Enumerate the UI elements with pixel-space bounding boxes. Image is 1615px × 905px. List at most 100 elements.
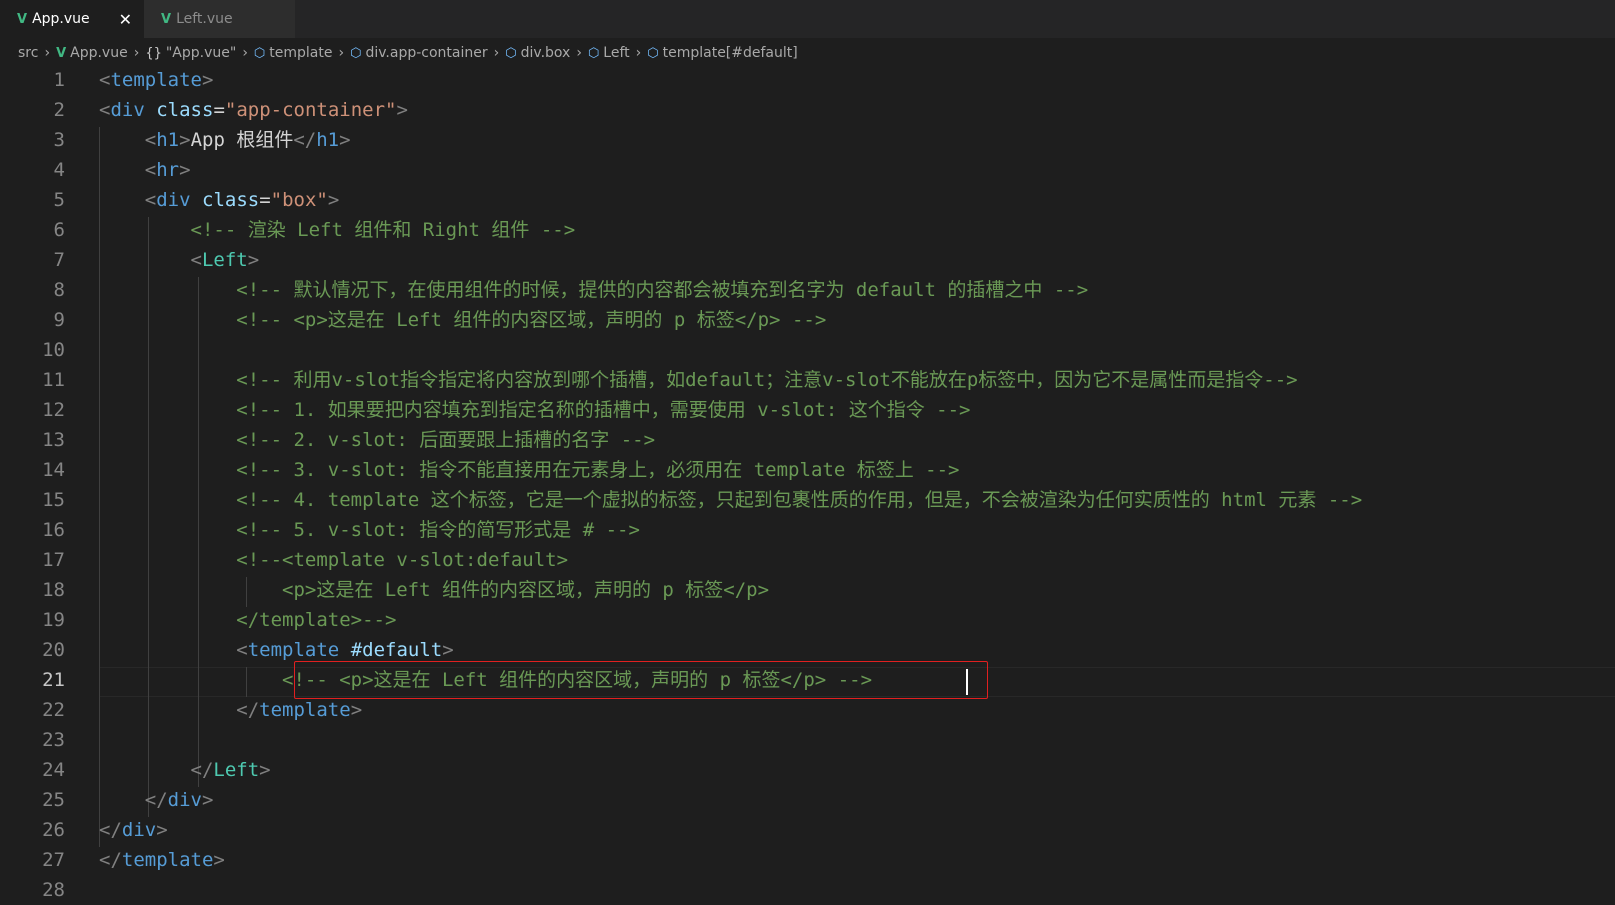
code-token: div [110, 99, 145, 121]
code-line[interactable]: 25 </div> [0, 785, 1615, 815]
code-text: <hr> [99, 155, 191, 185]
code-token: < [236, 639, 248, 661]
code-token: div [156, 189, 191, 211]
code-token: hr [156, 159, 180, 181]
line-number: 21 [42, 669, 65, 691]
code-line[interactable]: 2 <div class="app-container"> [0, 95, 1615, 125]
code-line[interactable]: 27 </template> [0, 845, 1615, 875]
breadcrumb-node[interactable]: div.app-container [365, 45, 487, 61]
code-token: </ [144, 789, 168, 811]
code-line[interactable]: 10 [0, 335, 1615, 365]
code-line[interactable]: 3 <h1>App 根组件</h1> [0, 125, 1615, 155]
code-token: < [144, 129, 157, 151]
code-token: <!-- 4. template 这个标签，它是一个虚拟的标签，只起到包裹性质的… [236, 489, 1363, 511]
line-number: 5 [53, 189, 65, 211]
breadcrumb-node[interactable]: Left [603, 45, 629, 61]
code-text: <!-- 利用v-slot指令指定将内容放到哪个插槽，如default；注意v-… [99, 365, 1297, 395]
chevron-right-icon: › [242, 45, 248, 61]
code-token: <!-- 渲染 Left 组件和 Right 组件 --> [190, 219, 576, 241]
code-line[interactable]: 20 <template #default> [0, 635, 1615, 665]
breadcrumb-script[interactable]: "App.vue" [166, 45, 236, 61]
code-text: </template> [99, 845, 225, 875]
breadcrumb-node[interactable]: template [269, 45, 332, 61]
line-number: 6 [53, 219, 65, 241]
code-token: template [247, 639, 340, 661]
code-token: > [179, 129, 191, 151]
code-line[interactable]: 19 </template>--> [0, 605, 1615, 635]
code-token: "app-container" [224, 99, 397, 121]
code-line[interactable]: 26 </div> [0, 815, 1615, 845]
code-token: </template>--> [236, 609, 397, 631]
code-line[interactable]: 11 <!-- 利用v-slot指令指定将内容放到哪个插槽，如default；注… [0, 365, 1615, 395]
code-line[interactable]: 6 <!-- 渲染 Left 组件和 Right 组件 --> [0, 215, 1615, 245]
code-line[interactable]: 21 <!-- <p>这是在 Left 组件的内容区域，声明的 p 标签</p>… [0, 665, 1615, 695]
code-line[interactable]: 1 <template> [0, 65, 1615, 95]
code-token: <!-- 3. v-slot: 指令不能直接用在元素身上，必须用在 templa… [236, 459, 960, 481]
braces-icon: {} [145, 45, 162, 61]
code-token: > [339, 129, 351, 151]
code-line[interactable]: 8 <!-- 默认情况下，在使用组件的时候，提供的内容都会被填充到名字为 def… [0, 275, 1615, 305]
code-token: <!-- <p>这是在 Left 组件的内容区域，声明的 p 标签</p> --… [236, 309, 827, 331]
code-line[interactable]: 17 <!--<template v-slot:default> [0, 545, 1615, 575]
code-text: <!-- 2. v-slot: 后面要跟上插槽的名字 --> [99, 425, 655, 455]
code-line[interactable]: 22 </template> [0, 695, 1615, 725]
breadcrumb-node[interactable]: div.box [521, 45, 571, 61]
code-token: < [190, 249, 202, 271]
tab-left-vue[interactable]: V Left.vue [144, 0, 296, 38]
cube-icon: ⬡ [253, 45, 266, 61]
code-token: template [121, 849, 214, 871]
tab-app-vue[interactable]: V App.vue ✕ [0, 0, 144, 38]
close-icon[interactable]: ✕ [119, 10, 132, 29]
code-token: class [202, 189, 260, 211]
code-token: > [201, 789, 214, 811]
code-token: h1 [316, 129, 340, 151]
code-text: </template>--> [99, 605, 396, 635]
code-line[interactable]: 13 <!-- 2. v-slot: 后面要跟上插槽的名字 --> [0, 425, 1615, 455]
code-text: <!-- 默认情况下，在使用组件的时候，提供的内容都会被填充到名字为 defau… [99, 275, 1088, 305]
code-text: <!-- 1. 如果要把内容填充到指定名称的插槽中，需要使用 v-slot: 这… [99, 395, 970, 425]
code-token: <p>这是在 Left 组件的内容区域，声明的 p 标签</p> [282, 579, 770, 601]
code-line[interactable]: 12 <!-- 1. 如果要把内容填充到指定名称的插槽中，需要使用 v-slot… [0, 395, 1615, 425]
code-line[interactable]: 18 <p>这是在 Left 组件的内容区域，声明的 p 标签</p> [0, 575, 1615, 605]
code-line[interactable]: 4 <hr> [0, 155, 1615, 185]
breadcrumb-file[interactable]: App.vue [70, 45, 128, 61]
code-text: <!-- 渲染 Left 组件和 Right 组件 --> [99, 215, 576, 245]
code-token: <!-- 5. v-slot: 指令的简写形式是 # --> [236, 519, 640, 541]
vue-file-icon: V [17, 11, 28, 27]
code-token: App 根组件 [190, 129, 294, 151]
code-line[interactable]: 7 <Left> [0, 245, 1615, 275]
code-line[interactable]: 28 [0, 875, 1615, 905]
code-line[interactable]: 9 <!-- <p>这是在 Left 组件的内容区域，声明的 p 标签</p> … [0, 305, 1615, 335]
code-line[interactable]: 15 <!-- 4. template 这个标签，它是一个虚拟的标签，只起到包裹… [0, 485, 1615, 515]
tab-label: App.vue [32, 11, 90, 27]
breadcrumb-src[interactable]: src [18, 45, 38, 61]
code-text: <!-- <p>这是在 Left 组件的内容区域，声明的 p 标签</p> --… [99, 305, 826, 335]
line-number: 13 [42, 429, 65, 451]
code-line[interactable]: 24 </Left> [0, 755, 1615, 785]
line-number: 23 [42, 729, 65, 751]
code-token: #default [350, 639, 443, 661]
chevron-right-icon: › [635, 45, 642, 61]
code-editor[interactable]: 1 <template> 2 <div class="app-container"> 3… [0, 65, 1615, 901]
code-line[interactable]: 16 <!-- 5. v-slot: 指令的简写形式是 # --> [0, 515, 1615, 545]
line-number: 10 [42, 339, 65, 361]
code-token: <!-- 默认情况下，在使用组件的时候，提供的内容都会被填充到名字为 defau… [236, 279, 1089, 301]
code-token: Left [201, 249, 248, 271]
code-line[interactable]: 23 [0, 725, 1615, 755]
code-line[interactable]: 14 <!-- 3. v-slot: 指令不能直接用在元素身上，必须用在 tem… [0, 455, 1615, 485]
code-line[interactable]: 5 <div class="box"> [0, 185, 1615, 215]
breadcrumb-node[interactable]: template[#default] [663, 45, 798, 61]
